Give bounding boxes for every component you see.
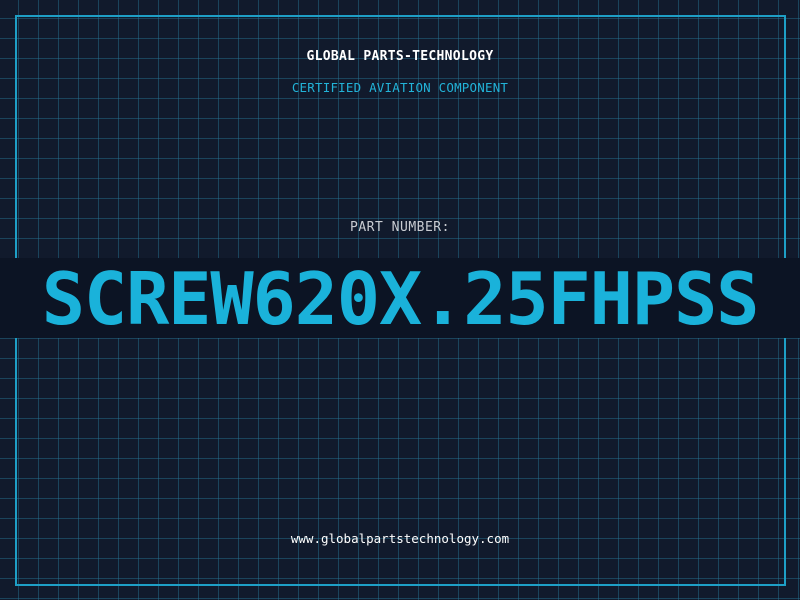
part-number-value: SCREW620X.25FHPSS [41,257,760,341]
part-number-label: PART NUMBER: [350,220,450,235]
label-canvas: { "header": { "company": "GLOBAL PARTS-T… [0,0,800,600]
company-name: GLOBAL PARTS-TECHNOLOGY [306,49,494,64]
website-url: www.globalpartstechnology.com [290,531,510,546]
certification-subtitle: CERTIFIED AVIATION COMPONENT [291,80,509,95]
